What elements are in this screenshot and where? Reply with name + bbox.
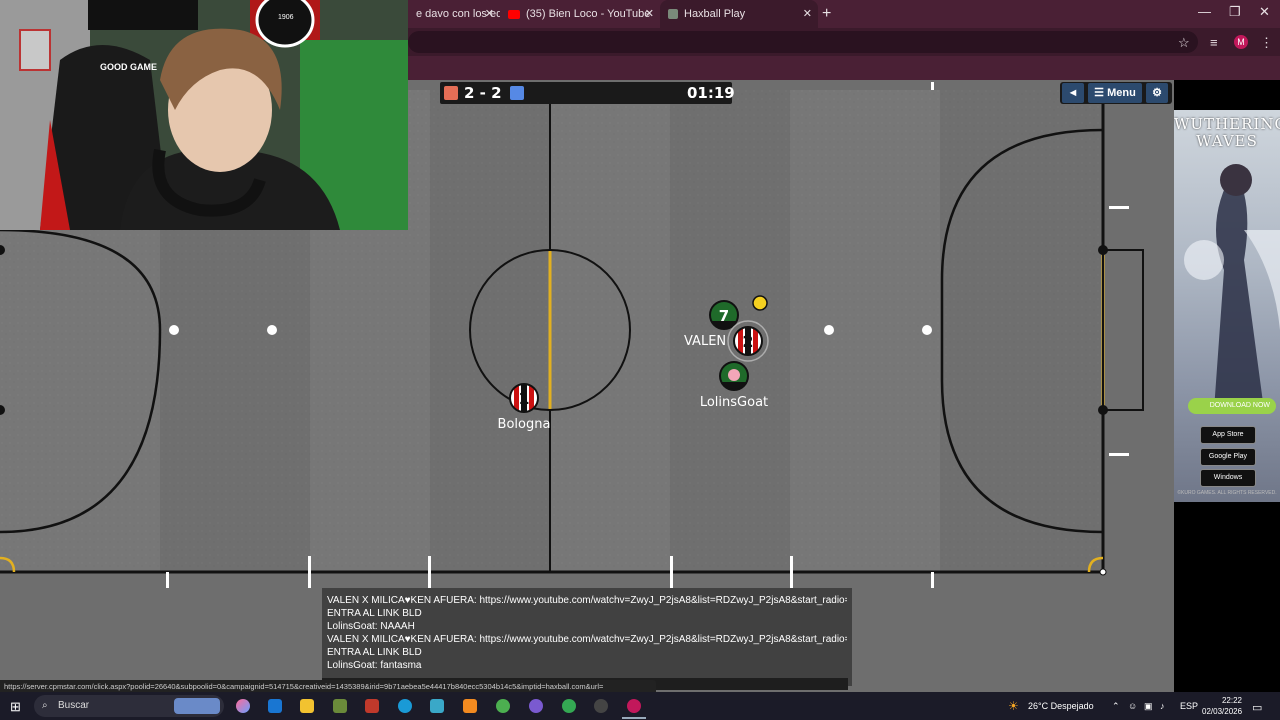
score-text: 2 - 2 [464,84,502,102]
chat-message: VALEN X MILICA♥KEN AFUERA: https://www.y… [327,595,847,606]
microphone-icon[interactable]: ♪ [1160,701,1165,711]
ad-title-line: WAVES [1196,132,1258,150]
tab-youtube[interactable]: (35) Bien Loco - YouTube ✕ [500,0,660,28]
goal-post [1098,405,1108,415]
back-button[interactable]: ◄ [1062,83,1084,103]
tab-haxball[interactable]: Haxball Play ✕ [660,0,818,28]
match-timer: 01:19 [687,84,735,102]
file-explorer-icon[interactable] [300,699,314,713]
ad-title-line: WUTHERING [1174,115,1280,133]
vlc-icon[interactable] [463,699,477,713]
player-number: 1 [518,389,529,408]
goal-post [1098,245,1108,255]
tab-label: Haxball Play [684,8,746,20]
player-name: Bologna [498,417,551,432]
search-icon: ⌕ [42,700,48,711]
chat-message: ENTRA AL LINK BLD [327,647,422,658]
outlook-icon[interactable] [268,699,282,713]
player-name: LolinsGoat [700,395,768,410]
tab-stream-chat[interactable]: e davo con los eq ✕ [408,0,500,28]
haxball-icon [668,9,678,19]
menu-icon: ☰ [1094,87,1105,99]
flag-text: 1906 [278,14,294,21]
ball [752,295,768,311]
settings-button[interactable]: ⚙ [1146,83,1168,103]
tab-label: (35) Bien Loco - YouTube [526,8,651,20]
windows-start-icon[interactable]: ⊞ [10,699,21,715]
avatar-emoji-icon [728,369,740,381]
window-close-icon[interactable]: ✕ [1259,4,1270,20]
youtube-icon [508,9,520,19]
google-play-badge[interactable]: Google Play [1200,448,1256,466]
chat-message: LolinsGoat: NAAAH [327,621,415,632]
discord-icon[interactable] [529,699,543,713]
restore-icon[interactable]: ❐ [1229,4,1241,20]
edge-icon[interactable] [398,699,412,713]
tray-app-icon[interactable]: ☺ [1128,701,1137,711]
notification-icon[interactable]: ▭ [1252,701,1262,714]
player-number: 2 [742,332,753,351]
profile-avatar[interactable]: M [1234,35,1248,49]
player-lolinsgoat [719,361,749,391]
chrome-active-icon[interactable] [627,699,641,713]
chrome-icon[interactable] [496,699,510,713]
active-app-indicator [622,717,646,719]
bookmark-star-icon[interactable]: ☆ [1178,35,1190,51]
ad-copyright: ©KURO GAMES. ALL RIGHTS RESERVED. [1177,490,1277,496]
search-placeholder: Buscar [58,700,90,711]
clock-time: 22:22 [1221,696,1242,705]
tray-device-icon[interactable]: ▣ [1144,701,1153,712]
menu-label: Menu [1107,87,1136,99]
media-control-icon[interactable]: ≡ [1210,35,1218,50]
clock[interactable]: 22:22 02/03/2026 [1202,695,1242,717]
ad-banner[interactable]: WUTHERING WAVES DOWNLOAD NOW App Store G… [1174,80,1280,692]
webcam-overlay: GOOD GAME 1906 [0,0,408,230]
taskbar-search[interactable]: ⌕ Buscar [34,695,224,717]
url-input[interactable] [408,31,1198,53]
tray-chevron-icon[interactable]: ⌃ [1112,701,1120,712]
chat-panel: VALEN X MILICA♥KEN AFUERA: https://www.y… [322,588,852,686]
ad-download-button[interactable]: DOWNLOAD NOW [1188,398,1276,414]
player-number: 7 [719,307,729,325]
blue-team-swatch [510,86,524,100]
close-tab-icon[interactable]: ✕ [485,7,494,20]
language-indicator[interactable]: ESP [1180,701,1198,711]
corner-post [1099,568,1107,576]
search-highlight-image [174,698,220,714]
screen: e davo con los eq ✕ (35) Bien Loco - You… [0,0,1280,720]
close-tab-icon[interactable]: ✕ [803,7,812,20]
app-icon[interactable] [430,699,444,713]
chat-message: ENTRA AL LINK BLD [327,608,422,619]
ad-title: WUTHERING WAVES [1174,116,1280,150]
menu-button[interactable]: ☰ Menu [1088,83,1142,103]
windows-store-badge[interactable]: Windows [1200,469,1256,487]
red-team-swatch [444,86,458,100]
minimize-icon[interactable]: — [1198,4,1211,19]
close-tab-icon[interactable]: ✕ [645,7,654,20]
clock-date: 02/03/2026 [1202,707,1243,716]
chrome-profile-icon[interactable] [562,699,576,713]
minecraft-icon[interactable] [333,699,347,713]
browser-menu-icon[interactable]: ⋮ [1260,35,1273,51]
new-tab-button[interactable]: + [822,5,831,23]
weather-icon[interactable]: ☀ [1008,699,1019,713]
chair-brand-text: GOOD GAME [100,62,158,72]
obs-icon[interactable] [594,699,608,713]
app-store-badge[interactable]: App Store [1200,426,1256,444]
chat-message: LolinsGoat: fantasma [327,660,422,671]
player-name: VALEN [684,334,726,349]
copilot-icon[interactable] [236,699,250,713]
streamer-video [0,0,408,230]
weather-text[interactable]: 26°C Despejado [1028,701,1094,711]
chat-message: VALEN X MILICA♥KEN AFUERA: https://www.y… [327,634,847,645]
winrar-icon[interactable] [365,699,379,713]
